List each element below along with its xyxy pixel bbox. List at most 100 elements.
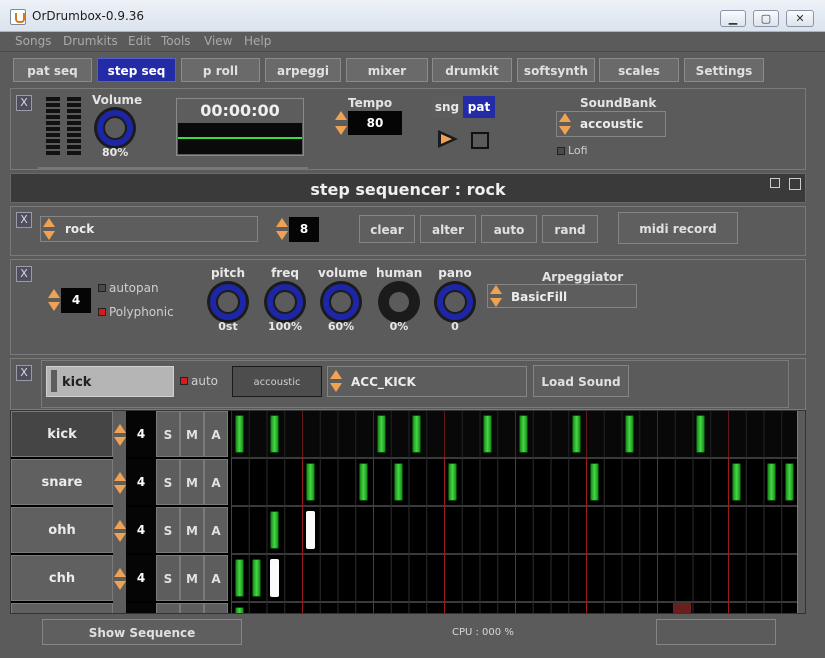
step-next-1[interactable]: [235, 607, 244, 613]
tab-settings[interactable]: Settings: [684, 58, 764, 82]
track-spinner-ohh[interactable]: [114, 520, 126, 542]
track-spinner-chh[interactable]: [114, 568, 126, 590]
step-kick-11[interactable]: [412, 415, 421, 453]
track-name-ohh[interactable]: ohh: [11, 507, 113, 553]
track-value-next[interactable]: [126, 603, 156, 613]
step-chh-1[interactable]: [235, 559, 244, 597]
autopan-checkbox[interactable]: [98, 284, 106, 292]
step-next-marker[interactable]: [673, 603, 691, 613]
step-snare-13[interactable]: [448, 463, 457, 501]
track-name-next[interactable]: [11, 603, 113, 613]
step-snare-32[interactable]: [785, 463, 794, 501]
track-name-kick[interactable]: kick: [11, 411, 113, 457]
freq-knob[interactable]: [264, 281, 306, 323]
solo-button-ohh[interactable]: S: [156, 507, 180, 553]
step-kick-27[interactable]: [696, 415, 705, 453]
volume-param-knob[interactable]: [320, 281, 362, 323]
solo-button-snare[interactable]: S: [156, 459, 180, 505]
step-kick-17[interactable]: [519, 415, 528, 453]
solo-button-chh[interactable]: S: [156, 555, 180, 601]
tab-drumkit[interactable]: drumkit: [432, 58, 512, 82]
menu-edit[interactable]: Edit: [128, 34, 151, 48]
step-ohh-3[interactable]: [270, 511, 279, 549]
voices-value[interactable]: 4: [61, 288, 91, 313]
soundbank-spinner[interactable]: [559, 113, 571, 135]
menu-help[interactable]: Help: [244, 34, 271, 48]
human-knob[interactable]: [378, 281, 420, 323]
step-snare-31[interactable]: [767, 463, 776, 501]
clear-button[interactable]: clear: [359, 215, 415, 243]
pano-knob[interactable]: [434, 281, 476, 323]
step-kick-20[interactable]: [572, 415, 581, 453]
grid-scrollbar[interactable]: [797, 411, 805, 613]
solo-button-kick[interactable]: S: [156, 411, 180, 457]
track-value-kick[interactable]: 4: [126, 411, 156, 457]
rand-button[interactable]: rand: [542, 215, 598, 243]
voices-spinner[interactable]: [48, 289, 60, 311]
auto-button[interactable]: auto: [481, 215, 537, 243]
menu-tools[interactable]: Tools: [161, 34, 191, 48]
close-button[interactable]: ✕: [786, 10, 814, 27]
arpeggiator-spinner[interactable]: [490, 285, 502, 307]
volume-knob[interactable]: [94, 107, 136, 149]
pitch-knob[interactable]: [207, 281, 249, 323]
pattern-mode-button[interactable]: pat: [463, 96, 495, 118]
pattern-close-button[interactable]: X: [16, 212, 32, 228]
maximize-button[interactable]: ▢: [753, 10, 779, 27]
midi-record-button[interactable]: midi record: [618, 212, 738, 244]
sound-bank-button[interactable]: accoustic: [232, 366, 322, 397]
track-spinner-kick[interactable]: [114, 424, 126, 446]
step-kick-3[interactable]: [270, 415, 279, 453]
menu-drumkits[interactable]: Drumkits: [63, 34, 118, 48]
step-snare-10[interactable]: [394, 463, 403, 501]
step-snare-29[interactable]: [732, 463, 741, 501]
tab-step-seq[interactable]: step seq: [97, 58, 176, 82]
track-value-snare[interactable]: 4: [126, 459, 156, 505]
step-snare-8[interactable]: [359, 463, 368, 501]
tab-p-roll[interactable]: p roll: [181, 58, 260, 82]
load-sound-button[interactable]: Load Sound: [533, 365, 629, 397]
solo-button-next[interactable]: [156, 603, 180, 613]
lofi-checkbox[interactable]: [557, 147, 565, 155]
alter-button[interactable]: alter: [420, 215, 476, 243]
mute-button-snare[interactable]: M: [180, 459, 204, 505]
pattern-spinner[interactable]: [43, 218, 55, 240]
menu-songs[interactable]: Songs: [15, 34, 51, 48]
step-snare-21[interactable]: [590, 463, 599, 501]
stop-icon[interactable]: [471, 132, 489, 149]
polyphonic-checkbox[interactable]: [98, 308, 106, 316]
tempo-spinner[interactable]: [335, 111, 347, 135]
show-sequence-button[interactable]: Show Sequence: [42, 619, 242, 645]
pattern-length-value[interactable]: 8: [289, 217, 319, 242]
track-name-snare[interactable]: snare: [11, 459, 113, 505]
instrument-close-button[interactable]: X: [16, 266, 32, 282]
pattern-length-spinner[interactable]: [276, 218, 288, 240]
sound-close-button[interactable]: X: [16, 365, 32, 381]
step-chh-3-accent[interactable]: [270, 559, 279, 597]
step-chh-2[interactable]: [252, 559, 261, 597]
mute-button-ohh[interactable]: M: [180, 507, 204, 553]
track-name-chh[interactable]: chh: [11, 555, 113, 601]
sample-spinner[interactable]: [330, 370, 342, 392]
mute-button-chh[interactable]: M: [180, 555, 204, 601]
track-value-ohh[interactable]: 4: [126, 507, 156, 553]
step-kick-23[interactable]: [625, 415, 634, 453]
track-spinner-snare[interactable]: [114, 472, 126, 494]
mute-button-kick[interactable]: M: [180, 411, 204, 457]
detach-panel-icon[interactable]: [789, 178, 801, 190]
auto-sound-checkbox[interactable]: [180, 377, 188, 385]
accent-button-ohh[interactable]: A: [204, 507, 228, 553]
step-kick-15[interactable]: [483, 415, 492, 453]
tab-arpeggi[interactable]: arpeggi: [265, 58, 341, 82]
minimize-button[interactable]: ▁: [720, 10, 746, 27]
tab-pat-seq[interactable]: pat seq: [13, 58, 92, 82]
menu-view[interactable]: View: [204, 34, 232, 48]
transport-close-button[interactable]: X: [16, 95, 32, 111]
minimize-panel-icon[interactable]: [770, 178, 780, 188]
accent-button-snare[interactable]: A: [204, 459, 228, 505]
step-kick-1[interactable]: [235, 415, 244, 453]
track-value-chh[interactable]: 4: [126, 555, 156, 601]
tab-mixer[interactable]: mixer: [346, 58, 428, 82]
accent-button-kick[interactable]: A: [204, 411, 228, 457]
mute-button-next[interactable]: [180, 603, 204, 613]
